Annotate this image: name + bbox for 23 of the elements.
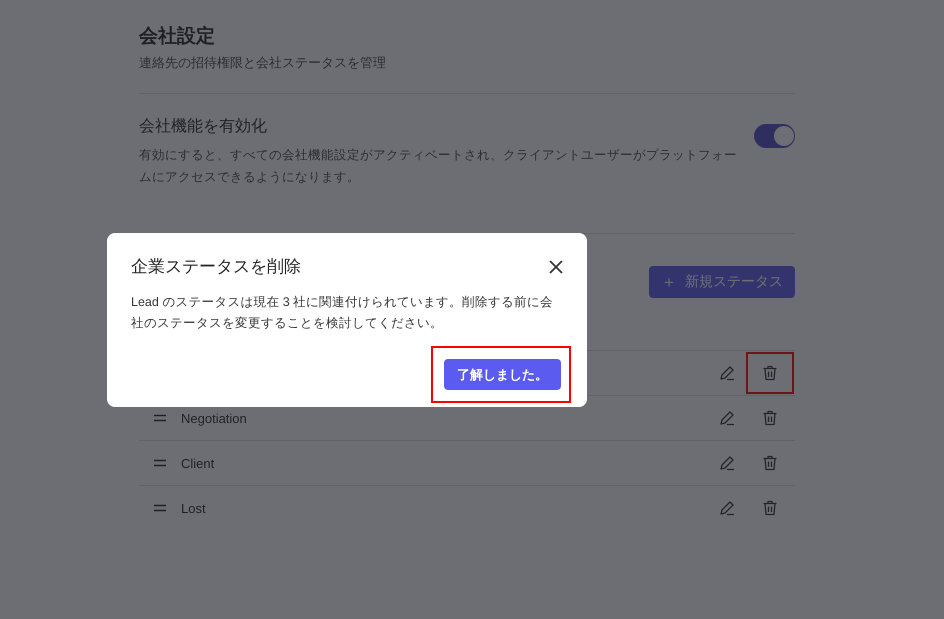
edit-icon[interactable]: [718, 409, 736, 427]
edit-icon[interactable]: [718, 499, 736, 517]
status-name: Negotiation: [181, 410, 247, 426]
page-subtitle: 連絡先の招待権限と会社ステータスを管理: [139, 54, 387, 72]
drag-handle-icon[interactable]: [153, 504, 167, 512]
dialog-title: 企業ステータスを削除: [131, 256, 301, 278]
feature-description: 有効にすると、すべての会社機能設定がアクティベートされ、クライアントユーザーがプラットフォームにアクセスできるようになります。: [139, 147, 738, 186]
toggle-switch[interactable]: [754, 124, 795, 148]
confirm-button[interactable]: 了解しました。: [444, 359, 561, 390]
drag-handle-icon[interactable]: [153, 414, 167, 422]
trash-icon[interactable]: [761, 499, 779, 517]
drag-handle-icon[interactable]: [153, 459, 167, 467]
feature-title: 会社機能を有効化: [139, 116, 268, 137]
edit-icon[interactable]: [718, 454, 736, 472]
page-title: 会社設定: [139, 24, 216, 49]
trash-icon[interactable]: [761, 454, 779, 472]
trash-icon[interactable]: [761, 364, 779, 382]
dialog-message: Lead のステータスは現在 3 社に関連付けられています。削除する前に会社のステータスを変更することを検討してください。: [131, 294, 554, 332]
trash-icon[interactable]: [761, 409, 779, 427]
status-name: Client: [181, 456, 214, 470]
edit-icon[interactable]: [718, 364, 736, 382]
close-icon[interactable]: [549, 260, 563, 274]
status-name: Lost: [181, 500, 206, 516]
